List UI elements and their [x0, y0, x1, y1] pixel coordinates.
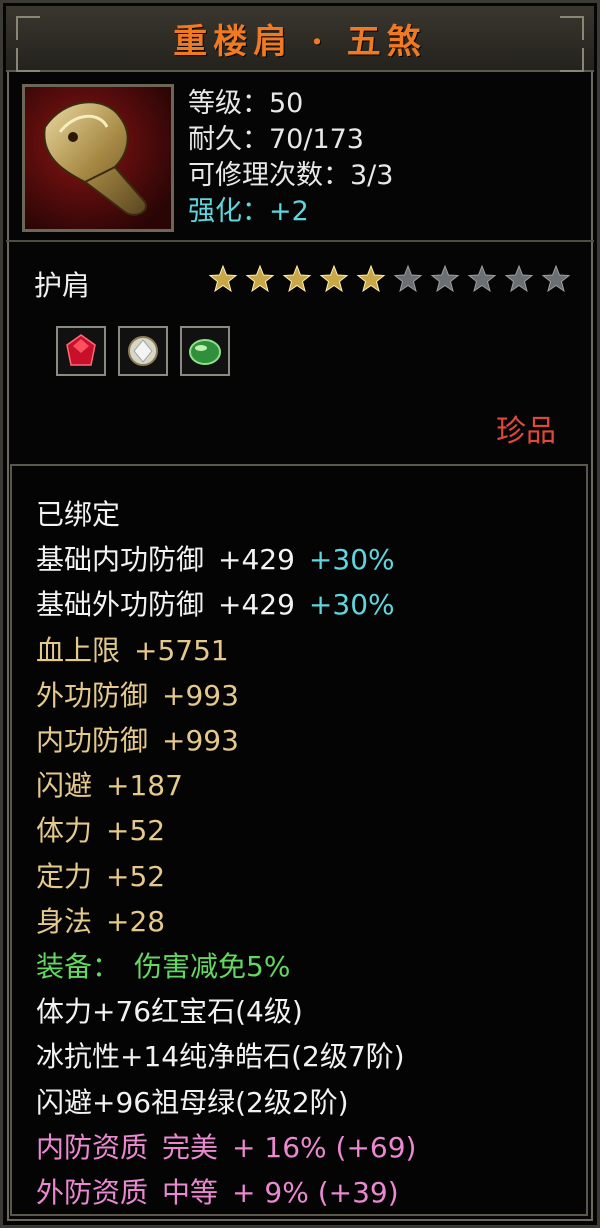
corner-ornament	[16, 48, 40, 72]
rarity-label: 珍品	[496, 414, 556, 449]
emerald-gem-icon[interactable]	[180, 326, 230, 376]
attribute-row: 已绑定	[36, 492, 416, 537]
corner-ornament	[560, 16, 584, 40]
attribute-row: 体力 +52	[36, 808, 416, 853]
attribute-name: 基础内功防御	[36, 543, 205, 577]
star-rating	[208, 264, 571, 294]
attribute-value: +5751	[134, 633, 229, 667]
star-empty-icon	[430, 264, 460, 293]
attribute-row: 定力 +52	[36, 854, 416, 899]
item-type-label: 护肩	[34, 269, 91, 302]
star-filled-icon	[356, 264, 386, 293]
shoulder-armor-icon	[22, 84, 174, 232]
star-filled-icon	[282, 264, 312, 293]
attribute-row: 装备： 伤害减免5%	[36, 944, 416, 989]
attribute-value: 完美	[162, 1130, 219, 1164]
attribute-bonus: + 9% (+39)	[232, 1176, 399, 1210]
attribute-name: 血上限	[36, 633, 121, 667]
attribute-bonus: +30%	[308, 543, 395, 577]
item-title: 重楼肩 · 五煞	[173, 21, 427, 62]
attribute-name: 身法	[36, 904, 93, 938]
attribute-bonus: +30%	[308, 588, 395, 622]
attribute-name: 体力	[36, 814, 93, 848]
attribute-value: +429	[218, 588, 295, 622]
attribute-value: +52	[106, 814, 166, 848]
attribute-name: 装备：	[36, 950, 121, 984]
attribute-row: 体力+76红宝石(4级)	[36, 989, 416, 1034]
attribute-name: 定力	[36, 859, 93, 893]
level-text: 等级：50	[188, 88, 304, 119]
attribute-value: +187	[106, 769, 183, 803]
attribute-name: 冰抗性+14纯净皓石(2级7阶)	[36, 1040, 405, 1074]
attribute-name: 闪避	[36, 769, 93, 803]
corner-ornament	[16, 16, 40, 40]
attribute-value: +429	[218, 543, 295, 577]
star-empty-icon	[541, 264, 571, 293]
attribute-name: 已绑定	[36, 498, 121, 531]
attribute-value: 伤害减免5%	[134, 950, 291, 984]
attributes-panel: 已绑定基础内功防御 +429 +30% 基础外功防御 +429 +30% 血上限 +5751 外…	[10, 464, 588, 1216]
attribute-value: +993	[162, 678, 239, 712]
enhance-text: 强化：+2	[188, 196, 309, 227]
attribute-name: 外功防御	[36, 678, 149, 712]
star-empty-icon	[393, 264, 423, 293]
attribute-row: 内防资质 完美 + 16% (+69)	[36, 1125, 416, 1170]
attribute-row: 身法 +28	[36, 899, 416, 944]
attribute-row: 外功防御 +993	[36, 673, 416, 718]
gem-sockets	[56, 326, 230, 376]
star-filled-icon	[319, 264, 349, 293]
attribute-name: 基础外功防御	[36, 588, 205, 622]
durability-text: 耐久：70/173	[188, 124, 364, 155]
attribute-row: 基础外功防御 +429 +30%	[36, 582, 416, 627]
attribute-name: 内功防御	[36, 724, 149, 758]
attribute-name: 闪避+96祖母绿(2级2阶)	[36, 1085, 349, 1119]
attribute-row: 闪避+96祖母绿(2级2阶)	[36, 1080, 416, 1125]
attribute-value: 中等	[162, 1176, 219, 1210]
star-filled-icon	[208, 264, 238, 293]
attribute-name: 体力+76红宝石(4级)	[36, 995, 303, 1029]
attribute-name: 内防资质	[36, 1130, 149, 1164]
attribute-row: 冰抗性+14纯净皓石(2级7阶)	[36, 1034, 416, 1079]
corner-ornament	[560, 48, 584, 72]
star-empty-icon	[504, 264, 534, 293]
attribute-row: 基础内功防御 +429 +30%	[36, 537, 416, 582]
title-bar: 重楼肩 · 五煞	[6, 6, 594, 72]
attribute-value: +52	[106, 859, 166, 893]
attribute-value: +28	[106, 904, 166, 938]
ruby-gem-icon[interactable]	[56, 326, 106, 376]
item-header: 等级：50 耐久：70/173 可修理次数：3/3 强化：+2	[6, 72, 594, 242]
attribute-row: 外防资质 中等 + 9% (+39)	[36, 1170, 416, 1215]
attribute-row: 内功防御 +993	[36, 718, 416, 763]
attribute-row: 血上限 +5751	[36, 628, 416, 673]
attribute-row: 闪避 +187	[36, 763, 416, 808]
attribute-name: 外防资质	[36, 1176, 149, 1210]
attribute-value: +993	[162, 724, 239, 758]
diamond-gem-icon[interactable]	[118, 326, 168, 376]
repair-count-text: 可修理次数：3/3	[188, 160, 394, 191]
star-filled-icon	[245, 264, 275, 293]
attribute-bonus: + 16% (+69)	[232, 1130, 417, 1164]
star-empty-icon	[467, 264, 497, 293]
